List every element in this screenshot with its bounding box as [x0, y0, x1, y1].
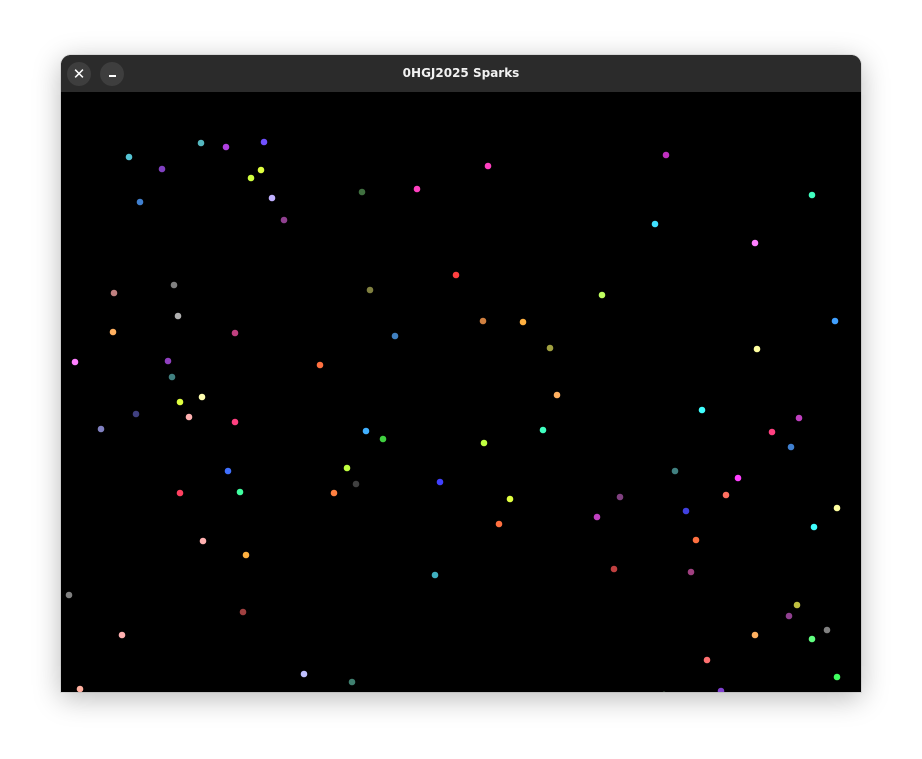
spark — [109, 328, 117, 336]
spark — [751, 631, 759, 639]
spark — [268, 194, 276, 202]
spark — [808, 635, 816, 643]
spark — [787, 443, 795, 451]
spark — [118, 631, 126, 639]
spark — [257, 166, 265, 174]
spark — [593, 513, 601, 521]
spark — [413, 185, 421, 193]
game-window: ✕ 0HGJ2025 Sparks — [61, 55, 861, 692]
spark — [168, 373, 176, 381]
spark — [810, 523, 818, 531]
spark — [247, 174, 255, 182]
spark — [480, 439, 488, 447]
spark — [231, 329, 239, 337]
spark — [753, 345, 761, 353]
spark — [174, 312, 182, 320]
spark — [176, 489, 184, 497]
spark — [751, 239, 759, 247]
spark — [734, 474, 742, 482]
spark — [125, 153, 133, 161]
spark — [616, 493, 624, 501]
spark — [97, 425, 105, 433]
spark — [793, 601, 801, 609]
spark — [546, 344, 554, 352]
spark — [539, 426, 547, 434]
spark — [358, 188, 366, 196]
spark — [795, 414, 803, 422]
spark — [136, 198, 144, 206]
spark — [164, 357, 172, 365]
spark — [222, 143, 230, 151]
spark — [71, 358, 79, 366]
spark — [768, 428, 776, 436]
spark — [197, 139, 205, 147]
spark — [330, 489, 338, 497]
spark — [703, 656, 711, 664]
spark — [176, 398, 184, 406]
spark — [65, 591, 73, 599]
spark — [260, 138, 268, 146]
spark-field — [65, 138, 841, 692]
spark — [785, 612, 793, 620]
title-bar[interactable]: ✕ 0HGJ2025 Sparks — [61, 55, 861, 92]
spark — [808, 191, 816, 199]
window-title: 0HGJ2025 Sparks — [402, 66, 520, 80]
spark — [300, 670, 308, 678]
spark — [158, 165, 166, 173]
spark — [431, 571, 439, 579]
spark — [553, 391, 561, 399]
spark — [692, 536, 700, 544]
spark — [436, 478, 444, 486]
spark — [823, 626, 831, 634]
spark — [316, 361, 324, 369]
spark — [495, 520, 503, 528]
spark — [242, 551, 250, 559]
spark — [831, 317, 839, 325]
spark — [185, 413, 193, 421]
spark — [698, 406, 706, 414]
spark — [224, 467, 232, 475]
spark — [598, 291, 606, 299]
spark — [379, 435, 387, 443]
spark — [76, 685, 84, 692]
spark — [170, 281, 178, 289]
spark — [391, 332, 399, 340]
spark — [110, 289, 118, 297]
spark — [132, 410, 140, 418]
spark — [452, 271, 460, 279]
spark — [199, 537, 207, 545]
spark — [236, 488, 244, 496]
spark — [722, 491, 730, 499]
spark — [280, 216, 288, 224]
spark — [610, 565, 618, 573]
spark — [231, 418, 239, 426]
spark — [362, 427, 370, 435]
spark — [833, 673, 841, 681]
spark — [348, 678, 356, 686]
spark — [717, 687, 725, 692]
spark — [479, 317, 487, 325]
spark — [651, 220, 659, 228]
spark — [833, 504, 841, 512]
spark — [671, 467, 679, 475]
spark — [343, 464, 351, 472]
spark — [366, 286, 374, 294]
spark — [198, 393, 206, 401]
spark — [519, 318, 527, 326]
spark — [352, 480, 360, 488]
spark — [662, 151, 670, 159]
game-canvas[interactable] — [61, 92, 861, 692]
spark — [687, 568, 695, 576]
spark — [682, 507, 690, 515]
spark — [484, 162, 492, 170]
spark — [239, 608, 247, 616]
spark — [506, 495, 514, 503]
